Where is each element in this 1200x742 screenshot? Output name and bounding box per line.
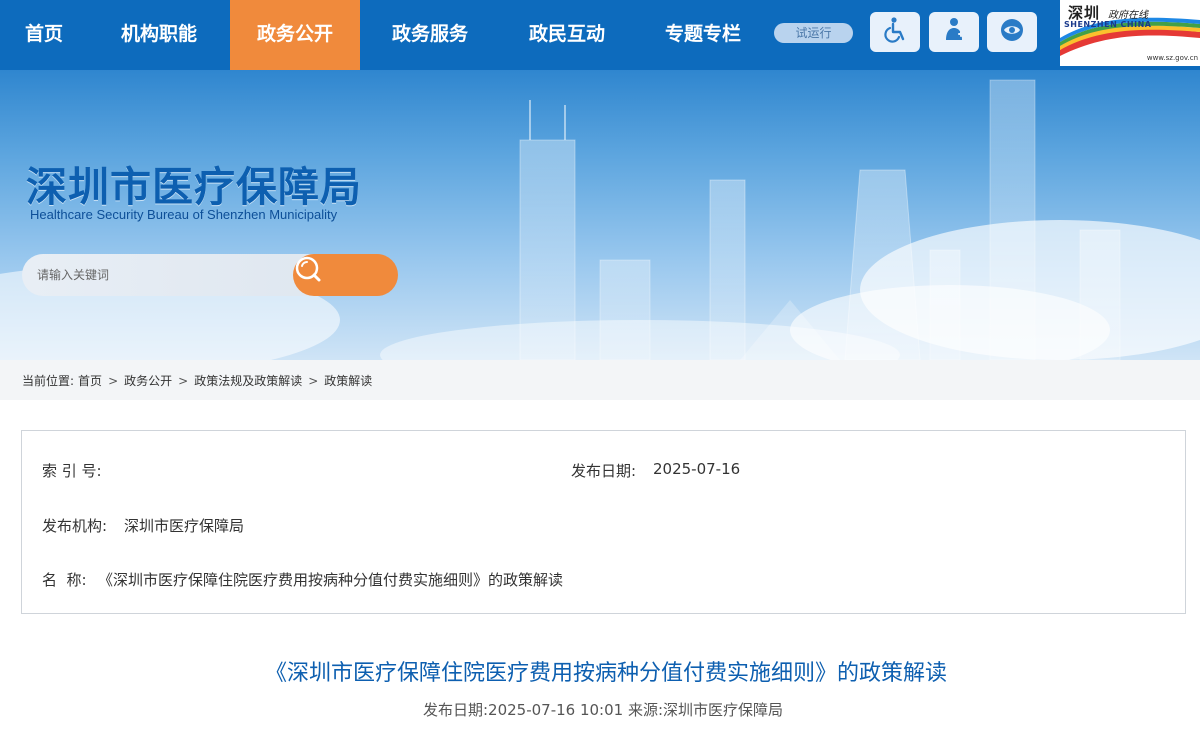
doc-name-value: 《深圳市医疗保障住院医疗费用按病种分值付费实施细则》的政策解读	[98, 571, 564, 589]
publisher-label: 发布机构:	[42, 517, 108, 535]
eye-care-button[interactable]	[987, 12, 1037, 52]
search-button[interactable]	[293, 254, 398, 296]
doc-name-label: 名 称:	[42, 571, 87, 589]
nav-item-functions[interactable]: 机构职能	[88, 0, 230, 70]
breadcrumb-home[interactable]: 首页	[78, 372, 102, 389]
header-banner: 深圳市医疗保障局 Healthcare Security Bureau of S…	[0, 70, 1200, 360]
breadcrumb-separator: >	[308, 373, 319, 388]
elder-care-button[interactable]	[929, 12, 979, 52]
elder-care-icon	[940, 16, 968, 48]
publish-date-value: 2025-07-16	[653, 460, 741, 478]
portal-logo-url: www.sz.gov.cn	[1146, 54, 1198, 62]
nav-item-special-topics[interactable]: 专题专栏	[634, 0, 772, 70]
breadcrumb-prefix: 当前位置:	[22, 374, 75, 388]
article-meta: 发布日期:2025-07-16 10:01 来源:深圳市医疗保障局	[422, 701, 784, 719]
breadcrumb-policies[interactable]: 政策法规及政策解读	[194, 372, 302, 389]
nav-item-home[interactable]: 首页	[0, 0, 88, 70]
portal-logo-en: SHENZHEN CHINA	[1064, 20, 1152, 29]
nav-item-gov-services[interactable]: 政务服务	[360, 0, 500, 70]
nav-item-gov-affairs-open[interactable]: 政务公开	[230, 0, 360, 70]
nav-item-interaction[interactable]: 政民互动	[500, 0, 634, 70]
publish-date-label: 发布日期:	[571, 462, 637, 480]
top-nav: 首页 机构职能 政务公开 政务服务 政民互动 专题专栏 试运行 深圳 政府在线 …	[0, 0, 1200, 70]
eye-care-icon	[998, 16, 1026, 48]
site-title: 深圳市医疗保障局	[26, 163, 362, 211]
breadcrumb: 当前位置: 首页 > 政务公开 > 政策法规及政策解读 > 政策解读	[22, 372, 372, 389]
breadcrumb-bar: 当前位置: 首页 > 政务公开 > 政策法规及政策解读 > 政策解读	[0, 360, 1200, 400]
breadcrumb-separator: >	[178, 373, 189, 388]
search-input[interactable]	[22, 254, 322, 296]
trial-run-badge[interactable]: 试运行	[774, 23, 853, 43]
shenzhen-portal-logo[interactable]: 深圳 政府在线 SHENZHEN CHINA www.sz.gov.cn	[1060, 0, 1200, 66]
site-subtitle: Healthcare Security Bureau of Shenzhen M…	[30, 207, 338, 222]
index-number-label: 索 引 号:	[42, 462, 102, 480]
wheelchair-icon	[881, 16, 909, 48]
portal-logo-tagline: 政府在线	[1108, 10, 1148, 21]
breadcrumb-policy-interpretation[interactable]: 政策解读	[324, 372, 372, 389]
document-info-box: 索 引 号: 发布日期: 2025-07-16 发布机构: 深圳市医疗保障局 名…	[21, 430, 1186, 614]
breadcrumb-gov-affairs-open[interactable]: 政务公开	[124, 372, 172, 389]
breadcrumb-separator: >	[108, 373, 119, 388]
article-title: 《深圳市医疗保障住院医疗费用按病种分值付费实施细则》的政策解读	[264, 661, 947, 686]
publisher-value: 深圳市医疗保障局	[124, 517, 245, 535]
accessibility-button[interactable]	[870, 12, 920, 52]
